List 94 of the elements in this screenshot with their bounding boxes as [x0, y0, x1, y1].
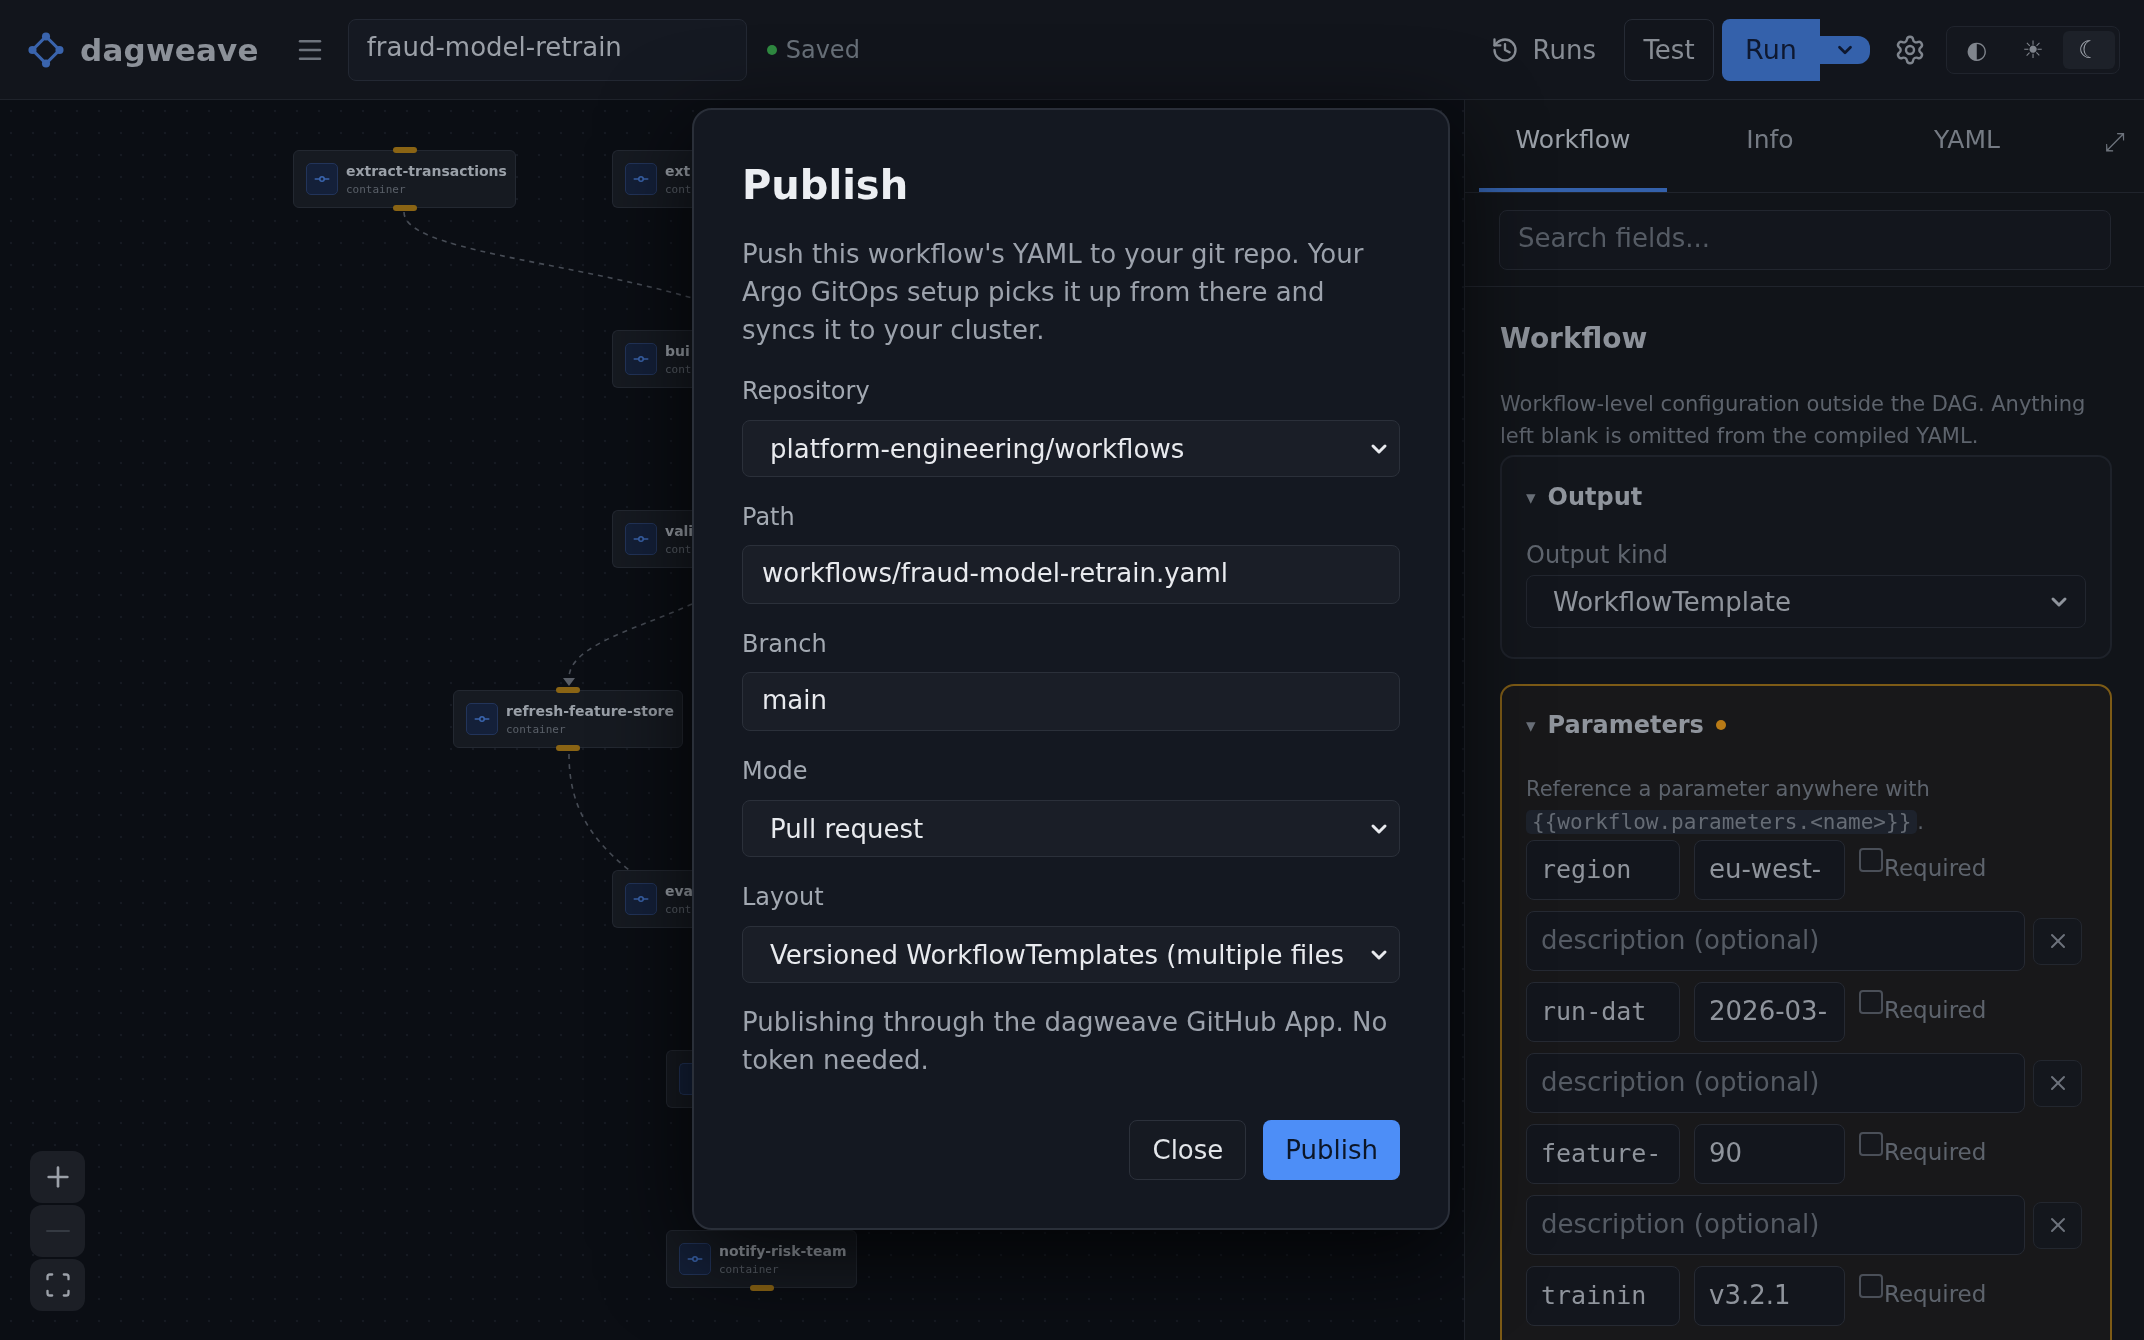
parameter-name-field[interactable]: feature-	[1526, 1124, 1680, 1184]
logo-icon	[28, 31, 64, 68]
required-label: Required	[1884, 1280, 1987, 1308]
panel-tab[interactable]: Workflow	[1479, 100, 1667, 192]
brand-name: dagweave	[80, 31, 259, 68]
input-field[interactable]: workflows/fraud-model-retrain.yaml	[742, 545, 1400, 604]
node-card[interactable]: refresh-feature-store container	[453, 690, 683, 748]
output-kind-select[interactable]: WorkflowTemplate	[1526, 575, 2086, 628]
connection-handle[interactable]	[556, 687, 580, 693]
remove-button[interactable]	[2033, 917, 2082, 965]
dropdown-select[interactable]: Versioned WorkflowTemplates (multiple files	[742, 926, 1400, 983]
collapse-caret[interactable]: ▾	[1526, 710, 1536, 740]
parameter-name-field[interactable]: trainin	[1526, 1266, 1680, 1326]
fit-view-button[interactable]	[30, 1259, 85, 1311]
history-icon	[1490, 35, 1519, 64]
test-button[interactable]: Test	[1624, 18, 1714, 81]
step-icon	[306, 163, 338, 195]
node-name: refresh-feature-store	[506, 702, 674, 720]
theme-option[interactable]: ☾	[2063, 30, 2115, 69]
connection-handle[interactable]	[392, 147, 417, 153]
field-label: Branch	[742, 629, 828, 659]
required-checkbox[interactable]	[1859, 1274, 1883, 1298]
description-field[interactable]: description (optional)	[1526, 1053, 2025, 1113]
description-field[interactable]: description (optional)	[1526, 1195, 2025, 1255]
runs-button[interactable]: Runs	[1490, 34, 1596, 65]
node-type: container	[346, 182, 407, 196]
theme-option[interactable]: ☀	[2007, 30, 2059, 69]
node-name: extract-transactions	[346, 162, 507, 180]
step-icon	[679, 1063, 693, 1095]
node-name: bui	[665, 342, 691, 360]
required-label: Required	[1884, 854, 1987, 882]
zoom-in-button[interactable]	[30, 1151, 85, 1203]
panel-heading: Workflow	[1500, 322, 1649, 356]
required-label: Required	[1884, 1138, 1987, 1166]
description-field[interactable]: description (optional)	[1526, 911, 2025, 971]
dialog-description: Push this workflow's YAML to your git repo. Your Argo GitOps setup picks it up from there and syncs it to your cluster.	[742, 238, 1365, 347]
publish-button[interactable]: Publish	[1263, 1120, 1400, 1180]
dialog-title: Publish	[742, 161, 910, 209]
status-dot-icon	[766, 44, 777, 55]
required-checkbox[interactable]	[1859, 848, 1883, 872]
node-card[interactable]: extract-transactions container	[293, 150, 516, 208]
expand-button[interactable]: ⤢	[2094, 126, 2134, 158]
field-label: Output kind	[1526, 540, 1669, 570]
node-name: vali	[665, 522, 693, 540]
remove-button[interactable]	[2033, 1201, 2082, 1249]
field-label: Path	[742, 502, 796, 532]
required-checkbox[interactable]	[1859, 990, 1883, 1014]
panel-tab[interactable]: Info	[1676, 100, 1864, 192]
field-label: Repository	[742, 376, 871, 406]
step-icon	[679, 1243, 711, 1275]
parameter-value-field[interactable]: 90	[1694, 1124, 1845, 1184]
close-button[interactable]: Close	[1129, 1120, 1247, 1180]
node-type: container	[506, 722, 567, 736]
node-card[interactable]	[666, 1050, 693, 1108]
parameter-value-field[interactable]: v3.2.1	[1694, 1266, 1845, 1326]
required-checkbox[interactable]	[1859, 1132, 1883, 1156]
settings-icon	[1894, 33, 1926, 66]
connection-handle[interactable]	[392, 205, 417, 211]
panel-description: Workflow-level configuration outside the DAG. Anything left blank is omitted from the compiled YAML.	[1500, 391, 2087, 450]
field-label: Mode	[742, 756, 809, 786]
dropdown-select[interactable]: platform-engineering/workflows	[742, 420, 1400, 477]
dropdown-select[interactable]: Pull request	[742, 800, 1400, 857]
hint-text: Reference a parameter anywhere with {{workflow.parameters.<name>}} .	[1526, 776, 1931, 836]
settings-button[interactable]	[1894, 33, 1926, 66]
step-icon	[625, 163, 657, 195]
save-status: Saved	[785, 35, 860, 64]
input-field[interactable]: main	[742, 672, 1400, 731]
parameter-name-field[interactable]: run-dat	[1526, 982, 1680, 1042]
node-name: eva	[665, 882, 693, 900]
section-title: Parameters	[1547, 710, 1704, 740]
step-icon	[625, 343, 657, 375]
search-field[interactable]: Search fields...	[1499, 210, 2111, 270]
connection-handle[interactable]	[749, 1285, 774, 1291]
dialog-note: Publishing through the dagweave GitHub App. No token needed.	[742, 1006, 1389, 1077]
modified-dot-icon	[1715, 720, 1726, 730]
parameter-value-field[interactable]: eu-west-	[1694, 840, 1845, 900]
run-options-button[interactable]	[1820, 35, 1870, 64]
panel-tab[interactable]: YAML	[1873, 100, 2061, 192]
required-label: Required	[1884, 996, 1987, 1024]
parameter-value-field[interactable]: 2026-03-	[1694, 982, 1845, 1042]
collapse-caret[interactable]: ▾	[1526, 482, 1536, 512]
step-icon	[466, 703, 498, 735]
section-title: Output	[1547, 482, 1643, 512]
connection-handle[interactable]	[556, 745, 580, 751]
remove-button[interactable]	[2033, 1059, 2082, 1107]
theme-option[interactable]: ◐	[1951, 30, 2003, 69]
node-name: ext	[665, 162, 692, 180]
workflow-name-field[interactable]: fraud-model-retrain	[347, 18, 747, 81]
step-icon	[625, 523, 657, 555]
parameter-name-field[interactable]: region	[1526, 840, 1680, 900]
field-label: Layout	[742, 882, 825, 912]
step-icon	[625, 883, 657, 915]
node-name: notify-risk-team	[719, 1242, 847, 1260]
fit-view-icon	[43, 1271, 72, 1299]
